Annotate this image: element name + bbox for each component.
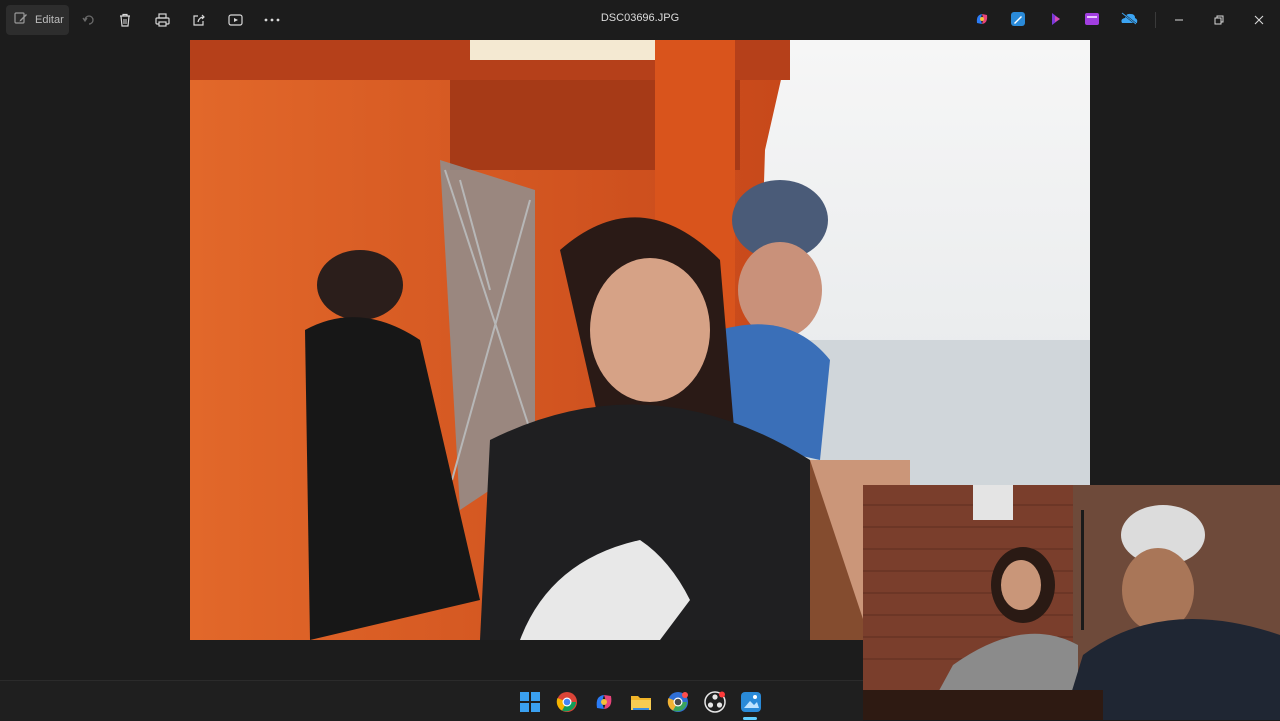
app-toolbar: Editar DSC03696.JPG (0, 0, 1280, 40)
edit-button[interactable]: Editar (6, 5, 69, 35)
share-icon[interactable] (189, 10, 209, 30)
copilot-icon[interactable] (593, 691, 615, 713)
clipchamp-icon[interactable] (1048, 11, 1066, 29)
window-title: DSC03696.JPG (600, 12, 680, 24)
close-icon[interactable] (1249, 10, 1269, 30)
photos-editor-icon[interactable] (1010, 11, 1028, 29)
edit-label: Editar (35, 14, 64, 26)
minimize-icon[interactable] (1169, 10, 1189, 30)
photos-icon[interactable] (740, 691, 762, 713)
slideshow-icon[interactable] (225, 10, 245, 30)
windows-start-icon[interactable] (519, 691, 541, 713)
obs-icon[interactable] (704, 691, 726, 713)
rotate-icon[interactable] (79, 10, 99, 30)
restore-icon[interactable] (1209, 10, 1229, 30)
media-icon[interactable] (1084, 11, 1102, 29)
file-explorer-icon[interactable] (630, 691, 652, 713)
more-icon[interactable] (262, 10, 282, 30)
trash-icon[interactable] (115, 10, 135, 30)
copilot-icon[interactable] (974, 11, 992, 29)
taskbar (0, 680, 863, 721)
chrome-icon[interactable] (556, 691, 578, 713)
chrome-dev-icon[interactable] (667, 691, 689, 713)
print-icon[interactable] (152, 10, 172, 30)
onedrive-icon[interactable] (1120, 11, 1138, 29)
edit-icon (14, 11, 28, 30)
webcam-overlay (863, 485, 1280, 720)
toolbar-separator (1155, 12, 1156, 28)
